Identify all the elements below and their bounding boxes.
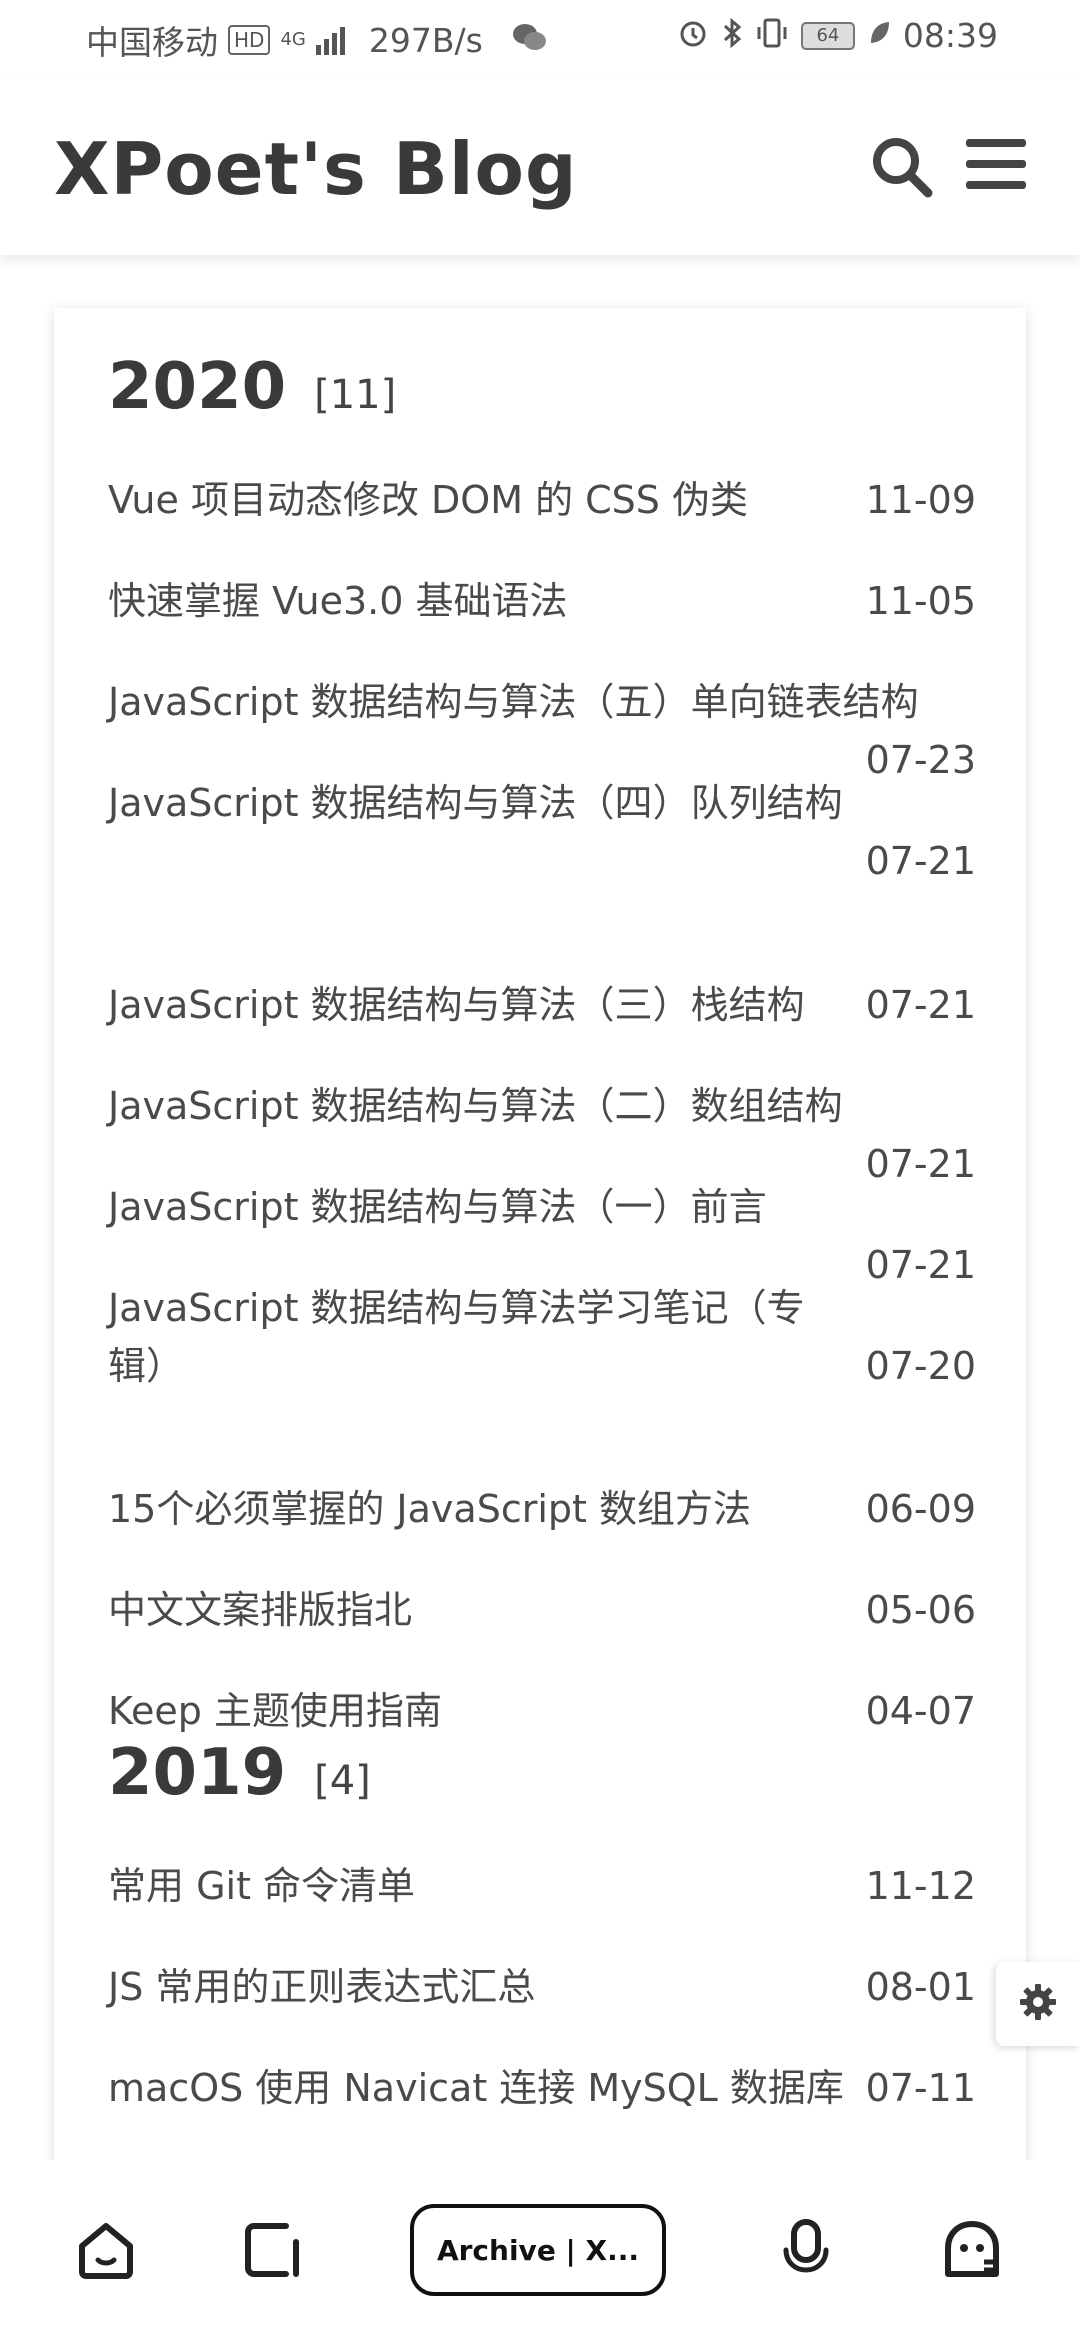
- list-item[interactable]: JavaScript 数据结构与算法（三）栈结构 07-21: [108, 976, 976, 1034]
- archive-card: 2020 [11] Vue 项目动态修改 DOM 的 CSS 伪类 11-09 …: [54, 308, 1026, 2168]
- list-item[interactable]: JavaScript 数据结构与算法学习笔记（专辑） 07-20: [108, 1279, 976, 1395]
- post-date: 08-01: [865, 1965, 976, 2009]
- microphone-icon[interactable]: [774, 2218, 838, 2282]
- list-item[interactable]: Keep 主题使用指南 04-07: [108, 1682, 976, 1740]
- post-title[interactable]: JavaScript 数据结构与算法学习笔记（专辑）: [108, 1279, 854, 1395]
- post-title[interactable]: JavaScript 数据结构与算法（三）栈结构: [108, 976, 854, 1034]
- post-date: 05-06: [865, 1588, 976, 1632]
- list-item[interactable]: 15个必须掌握的 JavaScript 数组方法 06-09: [108, 1480, 976, 1538]
- list-item[interactable]: JavaScript 数据结构与算法（二）数组结构 07-21: [108, 1077, 976, 1193]
- signal-icon: [315, 25, 345, 55]
- menu-icon[interactable]: [966, 139, 1026, 195]
- post-title[interactable]: JavaScript 数据结构与算法（一）前言: [108, 1178, 854, 1236]
- network-speed: 297B/s: [368, 20, 483, 60]
- status-bar-right: 64 08:39: [677, 16, 998, 55]
- post-title[interactable]: 快速掌握 Vue3.0 基础语法: [108, 572, 854, 630]
- search-icon[interactable]: [870, 135, 934, 199]
- network-type: 4G: [280, 29, 306, 50]
- post-date: 06-09: [865, 1487, 976, 1531]
- post-title[interactable]: JavaScript 数据结构与算法（二）数组结构: [108, 1077, 1008, 1135]
- post-date: 11-12: [865, 1864, 976, 1908]
- post-title[interactable]: Vue 项目动态修改 DOM 的 CSS 伪类: [108, 471, 854, 529]
- alarm-icon: [677, 17, 709, 55]
- year-label: 2019: [108, 1736, 287, 1810]
- post-date: 07-11: [865, 2066, 976, 2110]
- post-title[interactable]: JavaScript 数据结构与算法（五）单向链表结构: [108, 673, 1008, 731]
- post-date: 11-05: [865, 579, 976, 623]
- assistant-icon[interactable]: [940, 2218, 1004, 2282]
- year-header-2020: 2020 [11]: [108, 350, 396, 424]
- post-title[interactable]: macOS 使用 Navicat 连接 MySQL 数据库: [108, 2059, 854, 2117]
- clock: 08:39: [902, 16, 998, 55]
- list-item[interactable]: macOS 使用 Navicat 连接 MySQL 数据库 07-11: [108, 2059, 976, 2117]
- current-tab-button[interactable]: Archive | X...: [410, 2204, 666, 2296]
- post-date: 11-09: [865, 478, 976, 522]
- year-count: [11]: [314, 372, 397, 418]
- post-title[interactable]: 15个必须掌握的 JavaScript 数组方法: [108, 1480, 854, 1538]
- leaf-icon: [867, 19, 891, 53]
- list-item[interactable]: 中文文案排版指北 05-06: [108, 1581, 976, 1639]
- site-title[interactable]: XPoet's Blog: [54, 127, 578, 211]
- list-item[interactable]: JavaScript 数据结构与算法（四）队列结构 07-21: [108, 774, 976, 890]
- year-header-2019: 2019 [4]: [108, 1736, 371, 1810]
- bluetooth-icon: [721, 17, 743, 55]
- settings-button[interactable]: [996, 1962, 1080, 2046]
- list-item[interactable]: Vue 项目动态修改 DOM 的 CSS 伪类 11-09: [108, 471, 976, 529]
- home-icon[interactable]: [74, 2218, 138, 2282]
- list-item[interactable]: JS 常用的正则表达式汇总 08-01: [108, 1958, 976, 2016]
- year-label: 2020: [108, 350, 287, 424]
- hd-badge: HD: [228, 25, 271, 55]
- carrier-name: 中国移动: [86, 23, 218, 62]
- post-date: 07-20: [865, 1344, 976, 1388]
- post-date: 07-21: [865, 983, 976, 1027]
- year-count: [4]: [314, 1758, 371, 1804]
- list-item[interactable]: JavaScript 数据结构与算法（五）单向链表结构 07-23: [108, 673, 976, 789]
- tabs-icon[interactable]: [240, 2218, 304, 2282]
- vibrate-icon: [755, 17, 789, 55]
- wechat-icon: [511, 22, 547, 58]
- list-item[interactable]: 快速掌握 Vue3.0 基础语法 11-05: [108, 572, 976, 630]
- post-title[interactable]: JS 常用的正则表达式汇总: [108, 1958, 854, 2016]
- post-title[interactable]: JavaScript 数据结构与算法（四）队列结构: [108, 774, 854, 832]
- list-item[interactable]: 常用 Git 命令清单 11-12: [108, 1857, 976, 1915]
- battery-indicator: 64: [800, 21, 855, 50]
- post-title[interactable]: 中文文案排版指北: [108, 1581, 854, 1639]
- post-date: 07-21: [865, 839, 976, 883]
- browser-bottom-bar: Archive | X...: [0, 2160, 1080, 2340]
- status-bar-left: 中国移动 HD 4G 297B/s: [86, 16, 547, 64]
- site-header: XPoet's Blog: [0, 75, 1080, 255]
- status-bar: 中国移动 HD 4G 297B/s 64 08:39: [0, 0, 1080, 75]
- post-title[interactable]: 常用 Git 命令清单: [108, 1857, 854, 1915]
- post-title[interactable]: Keep 主题使用指南: [108, 1682, 854, 1740]
- gear-icon: [1018, 1982, 1058, 2026]
- post-date: 04-07: [865, 1689, 976, 1733]
- list-item[interactable]: JavaScript 数据结构与算法（一）前言 07-21: [108, 1178, 976, 1294]
